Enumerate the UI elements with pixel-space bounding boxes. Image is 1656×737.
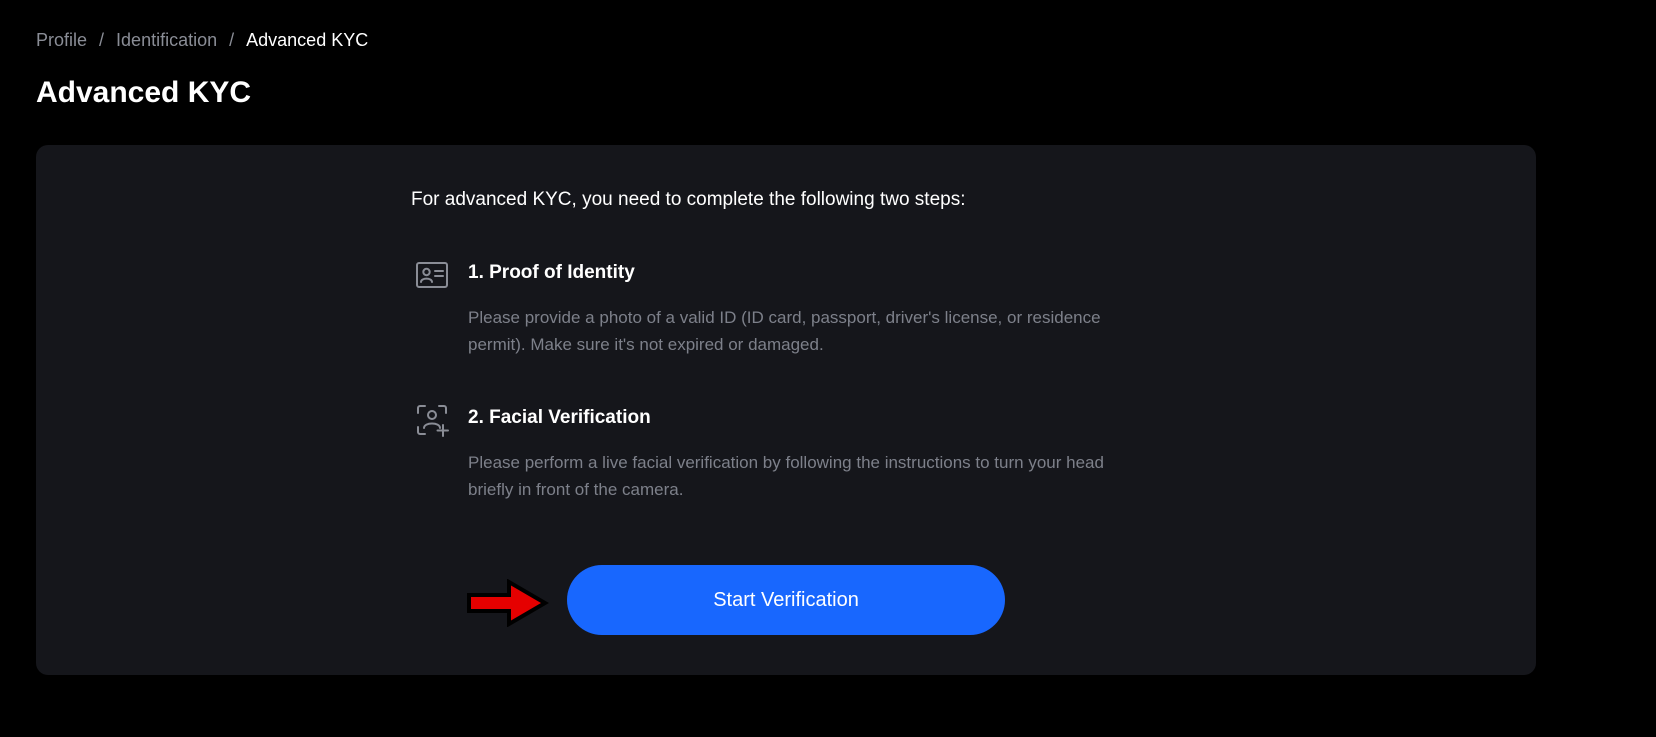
page-title: Advanced KYC bbox=[36, 76, 252, 109]
step-title: 2. Facial Verification bbox=[468, 407, 651, 428]
step-title: 1. Proof of Identity bbox=[468, 262, 635, 283]
id-card-icon bbox=[415, 258, 449, 292]
breadcrumb-current: Advanced KYC bbox=[246, 30, 369, 50]
kyc-intro-text: For advanced KYC, you need to complete t… bbox=[411, 189, 966, 210]
breadcrumb-profile-link[interactable]: Profile bbox=[36, 30, 87, 51]
breadcrumb-separator: / bbox=[229, 30, 235, 50]
red-arrow-icon bbox=[467, 579, 549, 627]
step-description: Please perform a live facial verificatio… bbox=[468, 453, 1104, 499]
page: Profile / Identification / Advanced KYC … bbox=[0, 0, 1656, 737]
breadcrumb-identification-link[interactable]: Identification bbox=[116, 30, 217, 51]
step-description: Please provide a photo of a valid ID (ID… bbox=[468, 308, 1101, 354]
face-scan-icon bbox=[415, 403, 449, 437]
kyc-card: For advanced KYC, you need to complete t… bbox=[36, 145, 1536, 675]
start-verification-button[interactable]: Start Verification bbox=[567, 565, 1005, 635]
breadcrumb: Profile / Identification / Advanced KYC bbox=[36, 30, 368, 51]
breadcrumb-separator: / bbox=[99, 30, 105, 50]
